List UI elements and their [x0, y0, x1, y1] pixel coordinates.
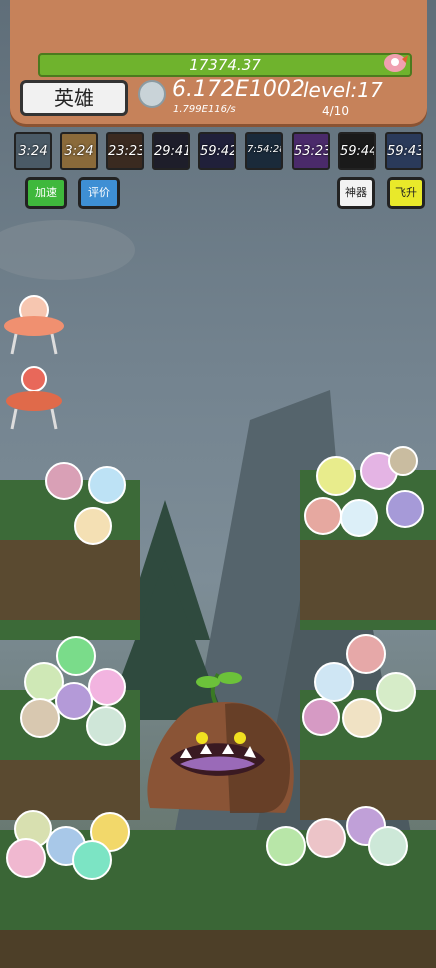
hero-unit[interactable]: [306, 818, 346, 858]
hero-unit[interactable]: [88, 466, 126, 504]
hero-unit[interactable]: [45, 462, 83, 500]
hero-unit[interactable]: [88, 668, 126, 706]
hero-unit[interactable]: [368, 826, 408, 866]
skill-timer: 29:41: [154, 144, 190, 159]
hero-unit[interactable]: [388, 446, 418, 476]
hero-unit[interactable]: [86, 706, 126, 746]
hero-unit[interactable]: [72, 840, 112, 880]
hero-unit[interactable]: [386, 490, 424, 528]
boss-hp-text: 17374.37: [189, 56, 261, 74]
rate-button[interactable]: 评价: [78, 177, 120, 209]
coin-icon: [138, 80, 166, 108]
skill-timer: 3:24: [64, 144, 94, 159]
artifact-button[interactable]: 神器: [337, 177, 375, 209]
ufo-enemy: [4, 295, 64, 355]
skill-slot-1[interactable]: 3:24: [14, 132, 52, 170]
ascend-button[interactable]: 飞升: [387, 177, 425, 209]
hero-unit[interactable]: [342, 698, 382, 738]
wave-progress: 4/10: [322, 104, 349, 118]
hero-unit[interactable]: [316, 456, 356, 496]
skill-timer: 23:23: [108, 144, 144, 159]
hero-unit[interactable]: [314, 662, 354, 702]
skill-slot-7[interactable]: 53:23: [292, 132, 330, 170]
gold-rate: 1.799E116/s: [173, 104, 236, 115]
boss-portrait-icon: [384, 54, 408, 72]
hero-unit[interactable]: [376, 672, 416, 712]
hero-unit[interactable]: [346, 634, 386, 674]
skill-slot-8[interactable]: 59:44: [338, 132, 376, 170]
skill-timer: 59:44: [340, 144, 376, 159]
hero-unit[interactable]: [56, 636, 96, 676]
game-scene: 17374.37 英雄 6.172E1002 1.799E116/s level…: [0, 0, 436, 968]
skill-slot-9[interactable]: 59:43: [385, 132, 423, 170]
hero-unit[interactable]: [304, 497, 342, 535]
hero-unit[interactable]: [302, 698, 340, 736]
hero-button[interactable]: 英雄: [20, 80, 128, 116]
hero-unit[interactable]: [20, 698, 60, 738]
hero-unit[interactable]: [6, 838, 46, 878]
ufo-enemy: [6, 366, 62, 430]
hero-unit[interactable]: [266, 826, 306, 866]
gold-amount: 6.172E1002: [172, 77, 305, 102]
boss-monster[interactable]: [140, 668, 300, 818]
skill-timer: 7:54:28: [247, 144, 283, 155]
skill-slot-5[interactable]: 59:42: [198, 132, 236, 170]
skill-slot-2[interactable]: 3:24: [60, 132, 98, 170]
skill-slot-6[interactable]: 7:54:28: [245, 132, 283, 170]
level-label: level:17: [303, 78, 383, 102]
hero-unit[interactable]: [74, 507, 112, 545]
skill-timer: 53:23: [294, 144, 330, 159]
skill-timer: 3:24: [18, 144, 48, 159]
skill-timer: 59:43: [387, 144, 423, 159]
skill-slot-3[interactable]: 23:23: [106, 132, 144, 170]
skill-timer: 59:42: [200, 144, 236, 159]
skill-slot-4[interactable]: 29:41: [152, 132, 190, 170]
hero-unit[interactable]: [340, 499, 378, 537]
boss-hp-bar: 17374.37: [38, 53, 412, 77]
speed-up-button[interactable]: 加速: [25, 177, 67, 209]
hero-unit[interactable]: [55, 682, 93, 720]
